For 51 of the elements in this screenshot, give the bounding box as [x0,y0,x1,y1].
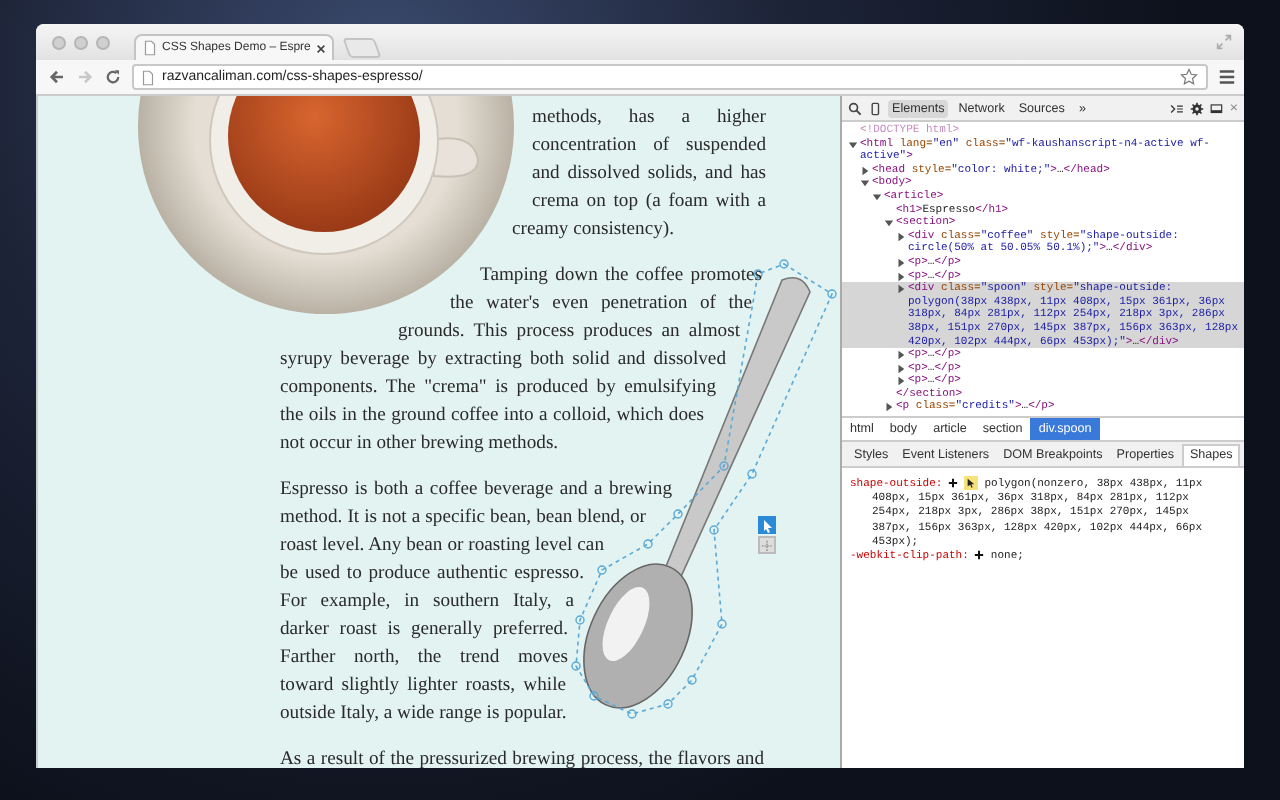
text-line: As a result of the pressurized brewing process, the flavors and [280,746,764,768]
text-line: components. The "crema" is produced by emulsifying [280,374,716,402]
text-line: toward slightly lighter roasts, while [280,672,566,700]
triangle-right-icon[interactable] [896,231,906,242]
triangle-down-icon[interactable] [848,139,858,150]
triangle-right-icon[interactable] [896,363,906,374]
text-line: roast level. Any bean or roasting level can [280,532,604,560]
phone-icon[interactable] [868,101,882,115]
text-line: the water's even penetration of the [450,290,752,318]
text-line: and dissolved solids, and has [532,160,766,188]
text-line: the oils in the ground coffee into a colloid, which does [280,402,704,430]
settings-icon[interactable] [1189,101,1204,115]
text-line: Farther north, the trend moves [280,644,568,672]
menu-icon[interactable] [1218,68,1236,86]
text-line: Espresso is both a coffee beverage and a brewing [280,476,672,504]
move-handle[interactable] [758,536,776,554]
pointer-handle[interactable] [758,516,776,534]
text-line: method. It is not a specific bean, bean blend, or [280,504,646,532]
close-icon[interactable] [316,43,327,53]
search-icon[interactable] [848,101,862,115]
dom-node[interactable] [842,282,1244,349]
text-line: For example, in southern Italy, a [280,588,574,616]
triangle-right-icon[interactable] [896,257,906,268]
text-line: outside Italy, a wide range is popular. [280,700,569,728]
plus-icon[interactable] [974,550,985,561]
triangle-down-icon[interactable] [884,218,894,229]
text-line: be used to produce authentic espresso. [280,560,584,588]
text-line: methods, has a higher [532,104,766,132]
back-arrow-icon[interactable] [48,68,66,86]
triangle-right-icon[interactable] [884,402,894,413]
triangle-down-icon[interactable] [872,191,882,202]
text-line: grounds. This process produces an almost [398,318,740,346]
console-icon[interactable] [1169,101,1184,115]
triangle-down-icon[interactable] [860,178,870,189]
triangle-right-icon[interactable] [896,284,906,295]
reload-icon[interactable] [104,68,122,86]
star-icon[interactable] [1180,68,1198,86]
triangle-right-icon[interactable] [860,165,870,176]
text-line: Tamping down the coffee promotes [480,262,762,290]
text-line: creamy consistency). [512,216,676,244]
shape-editor-button[interactable] [964,476,979,491]
triangle-right-icon[interactable] [896,271,906,282]
dock-icon[interactable] [1209,101,1224,115]
text-line: syrupy beverage by extracting both solid and dissolved [280,346,726,374]
text-line: concentration of suspended [532,132,766,160]
plus-icon[interactable] [948,478,959,489]
text-line: not occur in other brewing methods. [280,430,561,458]
triangle-right-icon[interactable] [896,376,906,387]
text-line: darker roast is generally preferred. [280,616,568,644]
text-line: crema on top (a foam with a [532,188,766,216]
triangle-right-icon[interactable] [896,350,906,361]
